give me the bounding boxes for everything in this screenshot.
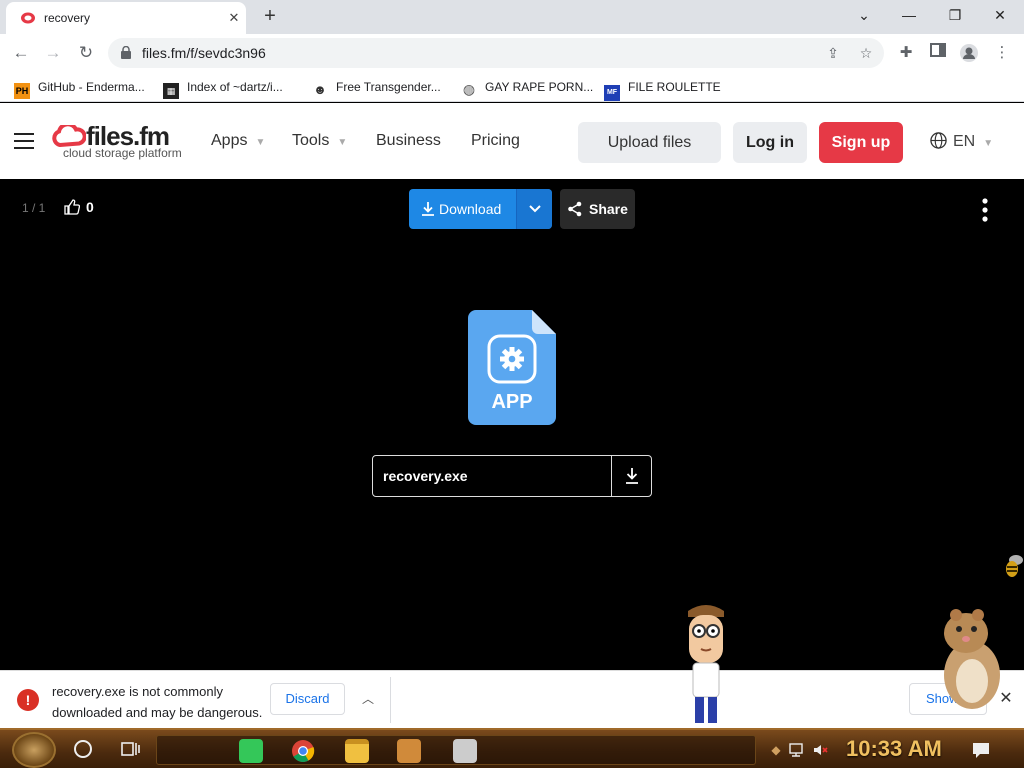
tab-close-icon[interactable]: ✕ <box>224 8 244 28</box>
bookmark-favicon-icon: ▦ <box>163 83 179 99</box>
files-fm-logo[interactable]: files.fm cloud storage platform <box>52 121 192 161</box>
reload-icon[interactable]: ↻ <box>73 40 99 66</box>
task-view-icon[interactable] <box>120 740 140 758</box>
notes-app-icon[interactable] <box>239 739 263 763</box>
bookmark-favicon-icon: ☻ <box>313 82 327 97</box>
chevron-up-icon[interactable]: ︿ <box>358 689 378 709</box>
file-type-label: APP <box>491 391 532 413</box>
windows-taskbar: ◆ 10:33 AM <box>0 728 1024 768</box>
like-button[interactable]: 0 <box>64 199 94 215</box>
address-bar[interactable]: files.fm/f/sevdc3n96 ⇪ ☆ <box>108 38 884 68</box>
lock-icon <box>121 46 131 59</box>
chevron-down-icon: ▼ <box>983 138 994 149</box>
filename-bar: recovery.exe <box>372 455 652 497</box>
language-selector[interactable]: EN ▼ <box>930 132 993 151</box>
game-app-icon[interactable] <box>397 739 421 763</box>
hamster-desktop-pet-icon <box>944 609 1000 709</box>
back-arrow-icon[interactable]: ← <box>8 40 34 66</box>
network-icon[interactable] <box>788 742 804 758</box>
download-warning-bar: ! recovery.exe is not commonly downloade… <box>0 670 1024 728</box>
hamburger-menu-icon[interactable] <box>14 133 34 149</box>
close-window-button[interactable]: ✕ <box>986 4 1014 26</box>
start-button[interactable] <box>12 732 56 768</box>
sign-up-button[interactable]: Sign up <box>819 122 903 163</box>
notifications-icon[interactable] <box>972 741 990 759</box>
search-circle-icon[interactable] <box>74 740 92 758</box>
globe-icon <box>930 132 947 149</box>
logo-tagline: cloud storage platform <box>63 146 182 160</box>
taskbar-app-area <box>156 735 756 765</box>
tray-overflow-icon[interactable]: ◆ <box>768 742 784 758</box>
bookmark-globe-site[interactable]: ◍ GAY RAPE PORN... <box>461 78 593 97</box>
browser-menu-icon[interactable]: ⋮ <box>992 43 1012 63</box>
file-explorer-icon[interactable] <box>345 739 369 763</box>
new-tab-button[interactable]: + <box>258 5 282 29</box>
download-button[interactable]: Download <box>409 189 516 229</box>
warning-icon: ! <box>17 689 39 711</box>
tab-search-icon[interactable]: ⌄ <box>850 4 878 26</box>
filename-text: recovery.exe <box>383 468 468 484</box>
bookmark-github[interactable]: PH GitHub - Enderma... <box>14 78 145 99</box>
download-icon <box>626 468 638 484</box>
cartoon-man-desktop-pet-icon <box>688 605 724 723</box>
bookmarks-bar: PH GitHub - Enderma... ▦ Index of ~dartz/i… <box>0 72 1024 102</box>
site-header: files.fm cloud storage platform Apps ▼ To… <box>0 103 1024 179</box>
download-button-group: Download <box>409 189 552 229</box>
forward-arrow-icon[interactable]: → <box>40 40 66 66</box>
taskbar-clock[interactable]: 10:33 AM <box>846 736 942 762</box>
thumbs-up-icon <box>64 199 81 215</box>
chrome-icon[interactable] <box>291 739 315 763</box>
filename-download-button[interactable] <box>611 456 652 496</box>
download-options-dropdown[interactable] <box>516 189 552 229</box>
tab-title: recovery <box>44 11 91 25</box>
bookmark-free-transgender[interactable]: ☻ Free Transgender... <box>312 78 441 97</box>
more-options-icon[interactable] <box>976 197 994 223</box>
divider <box>390 677 391 723</box>
restore-button[interactable]: ❐ <box>941 4 969 26</box>
bookmark-favicon-icon: MF <box>604 85 620 101</box>
bookmark-favicon-icon: PH <box>14 83 30 99</box>
chevron-down-icon: ▼ <box>255 137 266 148</box>
share-icon <box>568 201 582 217</box>
nav-tools[interactable]: Tools ▼ <box>292 132 347 150</box>
app-file-type-icon: APP <box>468 310 556 425</box>
bookmark-star-icon[interactable]: ☆ <box>857 44 875 62</box>
bee-desktop-pet-icon <box>1006 555 1023 577</box>
download-warning-text: recovery.exe is not commonly downloaded … <box>52 684 263 720</box>
volume-muted-icon[interactable] <box>812 742 828 758</box>
log-in-button[interactable]: Log in <box>733 122 807 163</box>
chevron-down-icon: ▼ <box>337 137 348 148</box>
side-panel-icon[interactable] <box>928 43 948 63</box>
minimize-button[interactable]: — <box>895 4 923 26</box>
files-fm-favicon-icon <box>21 12 35 24</box>
cloud-logo-icon <box>52 125 86 147</box>
bookmark-file-roulette[interactable]: MF FILE ROULETTE <box>604 78 721 101</box>
like-count: 0 <box>86 199 94 215</box>
browser-tab-strip: recovery ✕ + ⌄ — ❐ ✕ <box>0 0 1024 34</box>
upload-files-button[interactable]: Upload files <box>578 122 721 163</box>
globe-icon: ◍ <box>462 81 476 97</box>
nav-business[interactable]: Business <box>376 132 441 150</box>
profile-avatar-icon[interactable] <box>959 43 979 63</box>
browser-toolbar: ← → ↻ files.fm/f/sevdc3n96 ⇪ ☆ ✚ ⋮ <box>0 34 1024 72</box>
download-icon <box>422 202 434 216</box>
url-text: files.fm/f/sevdc3n96 <box>142 45 266 61</box>
share-button[interactable]: Share <box>560 189 635 229</box>
theater-masks-app-icon[interactable] <box>453 739 477 763</box>
bookmark-index-of[interactable]: ▦ Index of ~dartz/i... <box>163 78 283 99</box>
page-counter: 1 / 1 <box>22 201 46 215</box>
extensions-puzzle-icon[interactable]: ✚ <box>896 43 916 63</box>
share-page-icon[interactable]: ⇪ <box>824 44 842 62</box>
file-viewer: 1 / 1 0 Download Share APP recovery.exe <box>0 179 1024 670</box>
nav-apps[interactable]: Apps ▼ <box>211 132 265 150</box>
nav-pricing[interactable]: Pricing <box>471 132 520 150</box>
chevron-down-icon <box>529 205 541 213</box>
tab-recovery[interactable]: recovery ✕ <box>6 2 246 34</box>
discard-button[interactable]: Discard <box>270 683 345 715</box>
